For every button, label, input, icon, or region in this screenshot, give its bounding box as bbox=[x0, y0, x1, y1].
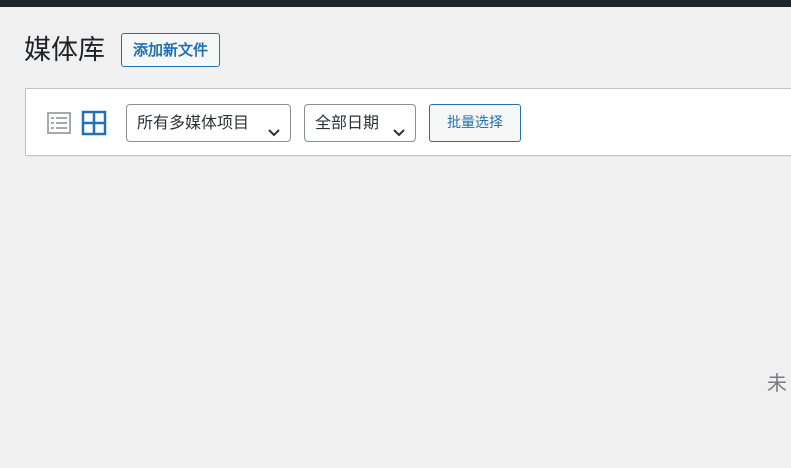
chevron-down-icon bbox=[392, 117, 406, 137]
chevron-down-icon bbox=[267, 117, 281, 137]
media-type-filter-value: 所有多媒体项目 bbox=[137, 113, 250, 132]
date-filter[interactable]: 全部日期 bbox=[304, 104, 416, 142]
date-filter-value: 全部日期 bbox=[315, 113, 380, 132]
grid-view-icon[interactable] bbox=[81, 110, 107, 136]
bulk-select-button[interactable]: 批量选择 bbox=[429, 104, 521, 142]
list-view-icon[interactable] bbox=[46, 110, 72, 136]
add-new-file-button[interactable]: 添加新文件 bbox=[121, 33, 221, 67]
media-toolbar: 所有多媒体项目 全部日期 批量选择 bbox=[25, 88, 791, 156]
admin-bar bbox=[0, 0, 791, 7]
empty-media-message: 未 bbox=[767, 371, 787, 395]
page-title: 媒体库 bbox=[24, 35, 105, 66]
media-type-filter[interactable]: 所有多媒体项目 bbox=[126, 104, 291, 142]
